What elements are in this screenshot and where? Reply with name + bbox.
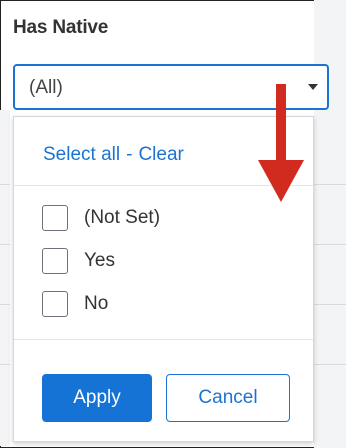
table-row-divider [0,244,10,245]
checkbox-yes[interactable] [42,248,68,274]
table-row-divider [0,304,10,305]
cancel-button[interactable]: Cancel [166,374,290,422]
chevron-down-icon[interactable] [308,84,318,90]
filter-title: Has Native [13,17,109,38]
option-label: Yes [84,250,115,271]
clear-link[interactable]: Clear [138,144,183,165]
table-row-divider [0,364,10,365]
table-row-divider [314,364,346,365]
select-all-clear-row: Select all - Clear [43,144,184,166]
background-table-column [0,110,10,446]
select-all-link[interactable]: Select all [43,144,120,165]
arrow-head [258,160,304,202]
checkbox-not-set[interactable] [42,205,68,231]
apply-button[interactable]: Apply [42,374,152,422]
option-label: (Not Set) [84,207,161,228]
arrow-shaft [276,84,286,164]
divider [14,339,313,340]
arrow-down-icon [258,84,304,202]
checkbox-no[interactable] [42,291,68,317]
option-label: No [84,293,109,314]
table-row-divider [314,184,346,185]
filter-selected-value: (All) [29,77,63,98]
link-separator: - [126,144,133,165]
option-not-set[interactable]: (Not Set) [42,203,160,233]
table-row-divider [314,304,346,305]
table-row-divider [0,184,10,185]
table-row-divider [314,244,346,245]
option-yes[interactable]: Yes [42,246,115,276]
option-no[interactable]: No [42,289,108,319]
